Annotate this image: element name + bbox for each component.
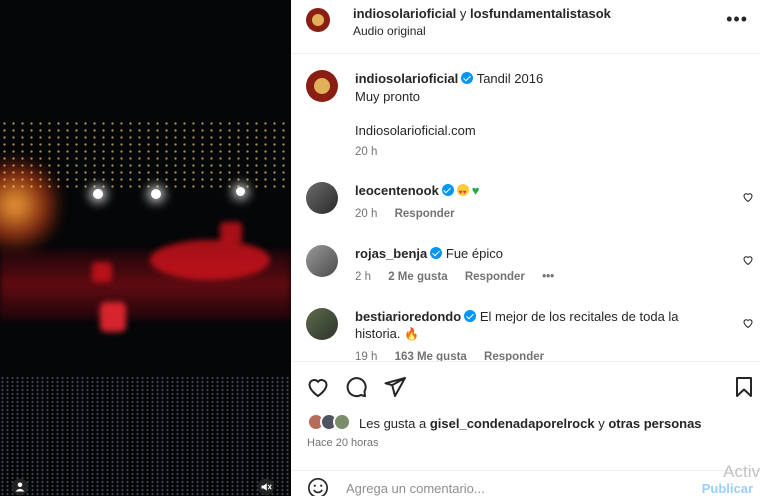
comment-username[interactable]: leocentenook	[355, 183, 439, 198]
heart-icon[interactable]	[742, 254, 754, 266]
caption-username[interactable]: indiosolarioficial	[355, 71, 458, 86]
comment-text-continued: historia.	[355, 326, 401, 341]
emoji-icon[interactable]	[307, 477, 329, 496]
share-icon[interactable]	[383, 375, 407, 399]
verified-icon	[430, 247, 443, 259]
comment-more-icon[interactable]: •••	[542, 271, 554, 283]
comment-username[interactable]: bestiarioredondo	[355, 309, 461, 324]
coauthor-username[interactable]: losfundamentalistasok	[470, 6, 611, 21]
spotlight	[236, 187, 245, 196]
user-tag-icon[interactable]	[11, 478, 29, 496]
avatar[interactable]	[306, 70, 338, 102]
bookmark-icon[interactable]	[732, 375, 756, 399]
reply-button[interactable]: Responder	[395, 208, 455, 220]
spotlight	[151, 189, 161, 199]
reply-button[interactable]: Responder	[484, 351, 544, 361]
header-title: indiosolarioficial y losfundamentalistas…	[353, 6, 611, 21]
video-player[interactable]	[0, 0, 291, 496]
caption-line2: Muy pronto	[355, 89, 421, 104]
comment-username[interactable]: rojas_benja	[355, 246, 427, 261]
publish-button[interactable]: Publicar	[702, 481, 753, 496]
audio-label[interactable]: Audio original	[353, 24, 426, 38]
avatar[interactable]	[306, 182, 338, 214]
comment-input[interactable]: Agrega un comentario...	[346, 481, 485, 496]
post-panel: indiosolarioficial y losfundamentalistas…	[291, 0, 760, 496]
comment-time[interactable]: 19 h	[355, 351, 377, 361]
comment-composer: Agrega un comentario... Publicar	[291, 470, 760, 496]
comment-time[interactable]: 2 h	[355, 271, 371, 283]
heart-icon[interactable]	[742, 191, 754, 203]
likes-others[interactable]: otras personas	[608, 416, 701, 431]
verified-icon	[441, 184, 454, 196]
comment-likes[interactable]: 163 Me gusta	[395, 351, 467, 361]
comment-time[interactable]: 20 h	[355, 208, 377, 220]
likes-prefix: Les gusta a	[359, 416, 427, 431]
likes-user[interactable]: gisel_condenadaporelrock	[430, 416, 595, 431]
green-heart-emoji-icon: ♥	[471, 183, 480, 198]
verified-icon	[461, 72, 474, 84]
caption-time[interactable]: 20 h	[355, 146, 377, 158]
reply-button[interactable]: Responder	[465, 271, 525, 283]
crowd	[0, 376, 291, 496]
avatar[interactable]	[306, 245, 338, 277]
mute-icon[interactable]	[257, 478, 275, 496]
comment-likes[interactable]: 2 Me gusta	[388, 271, 447, 283]
fire-emoji-icon: 🔥	[404, 327, 420, 341]
action-bar	[291, 362, 760, 412]
comment-icon[interactable]	[344, 375, 368, 399]
comment-text: El mejor de los recitales de toda la	[479, 309, 679, 324]
liker-avatar	[333, 413, 351, 431]
verified-icon	[464, 310, 477, 322]
activation-watermark: Activ	[723, 462, 760, 481]
avatar[interactable]	[306, 8, 330, 32]
caption-line1: Tandil 2016	[476, 71, 544, 86]
like-heart-icon[interactable]	[306, 375, 330, 399]
spotlight	[93, 189, 103, 199]
post-timestamp[interactable]: Hace 20 horas	[307, 437, 379, 449]
likes-middle: y	[598, 416, 605, 431]
red-light	[100, 302, 126, 332]
author-username[interactable]: indiosolarioficial	[353, 6, 456, 21]
red-light	[150, 240, 270, 280]
red-light	[92, 262, 112, 282]
author-connector: y	[459, 6, 467, 21]
city-lights	[0, 120, 291, 190]
heart-icon[interactable]	[742, 317, 754, 329]
more-icon[interactable]: •••	[726, 10, 748, 28]
comment-text: Fue épico	[445, 246, 503, 261]
caption: indiosolarioficial Tandil 2016 Muy pront…	[291, 70, 760, 165]
caption-link[interactable]: Indiosolarioficial.com	[355, 122, 476, 140]
avatar[interactable]	[306, 308, 338, 340]
heart-eyes-emoji-icon	[456, 184, 469, 202]
comment-item: bestiarioredondo El mejor de los recital…	[291, 308, 760, 361]
post-header: indiosolarioficial y losfundamentalistas…	[291, 0, 760, 54]
likes-summary: Les gusta a gisel_condenadaporelrock y o…	[307, 413, 757, 433]
comment-item: rojas_benja Fue épico 2 h 2 Me gusta Res…	[291, 245, 760, 290]
comment-item: leocentenook ♥ 20 h Responder	[291, 182, 760, 227]
